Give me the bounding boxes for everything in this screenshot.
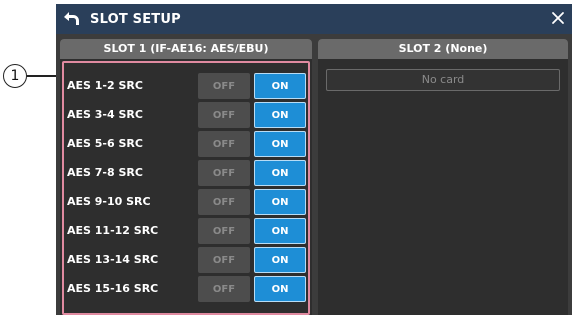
slot1-header: SLOT 1 (IF-AE16: AES/EBU) <box>60 39 312 59</box>
src-row: AES 11-12 SRC OFF ON <box>60 218 312 246</box>
slot2-panel: SLOT 2 (None) No card <box>318 39 568 315</box>
src-off-button[interactable]: OFF <box>198 102 250 128</box>
src-row: AES 5-6 SRC OFF ON <box>60 131 312 159</box>
slot1-panel: SLOT 1 (IF-AE16: AES/EBU) AES 1-2 SRC OFF… <box>60 39 312 315</box>
src-on-button[interactable]: ON <box>254 131 306 157</box>
src-row: AES 15-16 SRC OFF ON <box>60 276 312 304</box>
src-off-button[interactable]: OFF <box>198 189 250 215</box>
src-row-label: AES 7-8 SRC <box>67 166 143 179</box>
src-off-button[interactable]: OFF <box>198 218 250 244</box>
src-on-button[interactable]: ON <box>254 73 306 99</box>
callout-number: 1 <box>3 64 27 88</box>
src-on-button[interactable]: ON <box>254 189 306 215</box>
slot2-header: SLOT 2 (None) <box>318 39 568 59</box>
src-off-button[interactable]: OFF <box>198 160 250 186</box>
src-on-button[interactable]: ON <box>254 247 306 273</box>
src-row-label: AES 1-2 SRC <box>67 79 143 92</box>
src-row-label: AES 13-14 SRC <box>67 253 159 266</box>
slot-setup-screen: SLOT SETUP SLOT 1 (IF-AE16: AES/EBU) AES… <box>56 4 572 315</box>
src-row-label: AES 15-16 SRC <box>67 282 159 295</box>
src-on-button[interactable]: ON <box>254 160 306 186</box>
title-bar: SLOT SETUP <box>56 4 572 34</box>
src-off-button[interactable]: OFF <box>198 131 250 157</box>
src-on-button[interactable]: ON <box>254 218 306 244</box>
close-icon[interactable] <box>546 6 570 30</box>
page-title: SLOT SETUP <box>90 12 181 27</box>
src-row-label: AES 9-10 SRC <box>67 195 151 208</box>
src-off-button[interactable]: OFF <box>198 247 250 273</box>
src-row-label: AES 3-4 SRC <box>67 108 143 121</box>
src-row-label: AES 11-12 SRC <box>67 224 159 237</box>
src-off-button[interactable]: OFF <box>198 276 250 302</box>
src-row: AES 3-4 SRC OFF ON <box>60 102 312 130</box>
src-on-button[interactable]: ON <box>254 102 306 128</box>
src-row: AES 7-8 SRC OFF ON <box>60 160 312 188</box>
src-row: AES 13-14 SRC OFF ON <box>60 247 312 275</box>
src-off-button[interactable]: OFF <box>198 73 250 99</box>
src-row: AES 1-2 SRC OFF ON <box>60 73 312 101</box>
src-row: AES 9-10 SRC OFF ON <box>60 189 312 217</box>
slot2-status: No card <box>326 69 560 91</box>
back-arrow-icon[interactable] <box>58 6 84 32</box>
src-on-button[interactable]: ON <box>254 276 306 302</box>
src-row-label: AES 5-6 SRC <box>67 137 143 150</box>
